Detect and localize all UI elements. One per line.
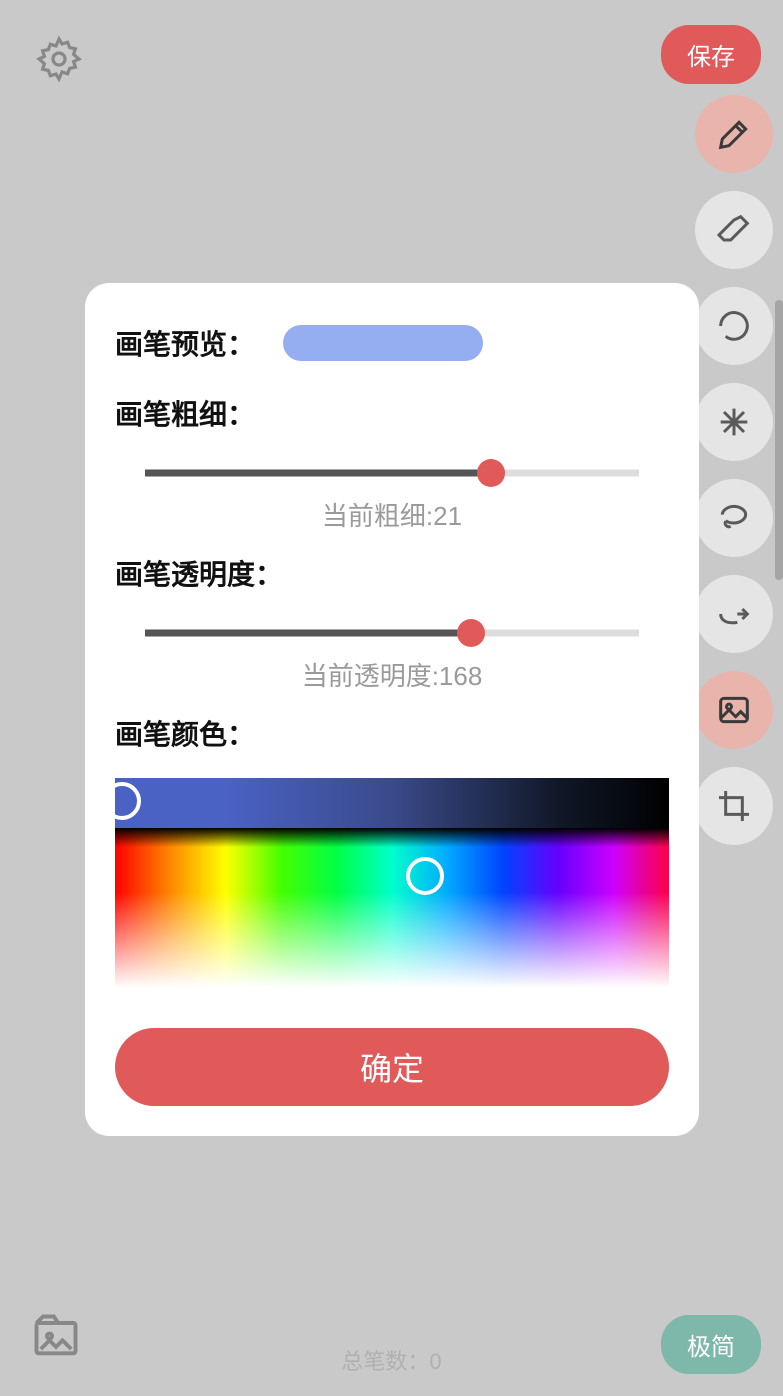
undo-tool-button[interactable] — [695, 287, 773, 365]
hue-selector-ring[interactable] — [406, 857, 444, 895]
asterisk-icon — [714, 402, 754, 442]
image-tool-button[interactable] — [695, 671, 773, 749]
save-button[interactable]: 保存 — [661, 25, 761, 84]
brush-settings-dialog: 画笔预览： 画笔粗细： 当前粗细:21 画笔透明度： 当前透明度:168 画笔颜… — [85, 283, 699, 1136]
brush-tool-button[interactable] — [695, 95, 773, 173]
thickness-value-label: 当前粗细:21 — [115, 496, 669, 533]
opacity-label: 画笔透明度： — [115, 553, 669, 593]
crop-tool-button[interactable] — [695, 767, 773, 845]
opacity-slider[interactable] — [145, 618, 639, 648]
lasso-tool-button[interactable] — [695, 479, 773, 557]
crop-icon — [714, 786, 754, 826]
brightness-strip[interactable] — [115, 778, 669, 828]
color-label: 画笔颜色： — [115, 713, 669, 753]
stroke-count-label: 总笔数：0 — [341, 1344, 441, 1376]
folder-icon[interactable] — [30, 1310, 82, 1356]
slider-thumb[interactable] — [477, 459, 505, 487]
scrollbar[interactable] — [775, 300, 783, 580]
eraser-icon — [714, 210, 754, 250]
opacity-value-label: 当前透明度:168 — [115, 656, 669, 693]
preview-label: 画笔预览： — [115, 323, 255, 363]
confirm-button[interactable]: 确定 — [115, 1028, 669, 1106]
image-icon — [714, 690, 754, 730]
lasso-icon — [714, 498, 754, 538]
brightness-selector-ring[interactable] — [103, 782, 141, 820]
thickness-label: 画笔粗细： — [115, 393, 669, 433]
brush-preview-swatch — [283, 325, 483, 361]
undo-icon — [714, 306, 754, 346]
slider-thumb[interactable] — [457, 619, 485, 647]
redo-arrow-button[interactable] — [695, 575, 773, 653]
grid-asterisk-button[interactable] — [695, 383, 773, 461]
settings-icon[interactable] — [35, 35, 83, 83]
slider-fill — [145, 470, 491, 477]
hue-saturation-area[interactable] — [115, 828, 669, 988]
right-toolbar — [695, 95, 773, 845]
mode-button[interactable]: 极简 — [661, 1315, 761, 1374]
arrow-right-icon — [714, 594, 754, 634]
eraser-tool-button[interactable] — [695, 191, 773, 269]
brush-icon — [714, 114, 754, 154]
color-picker[interactable] — [115, 778, 669, 988]
slider-fill — [145, 630, 471, 637]
thickness-slider[interactable] — [145, 458, 639, 488]
